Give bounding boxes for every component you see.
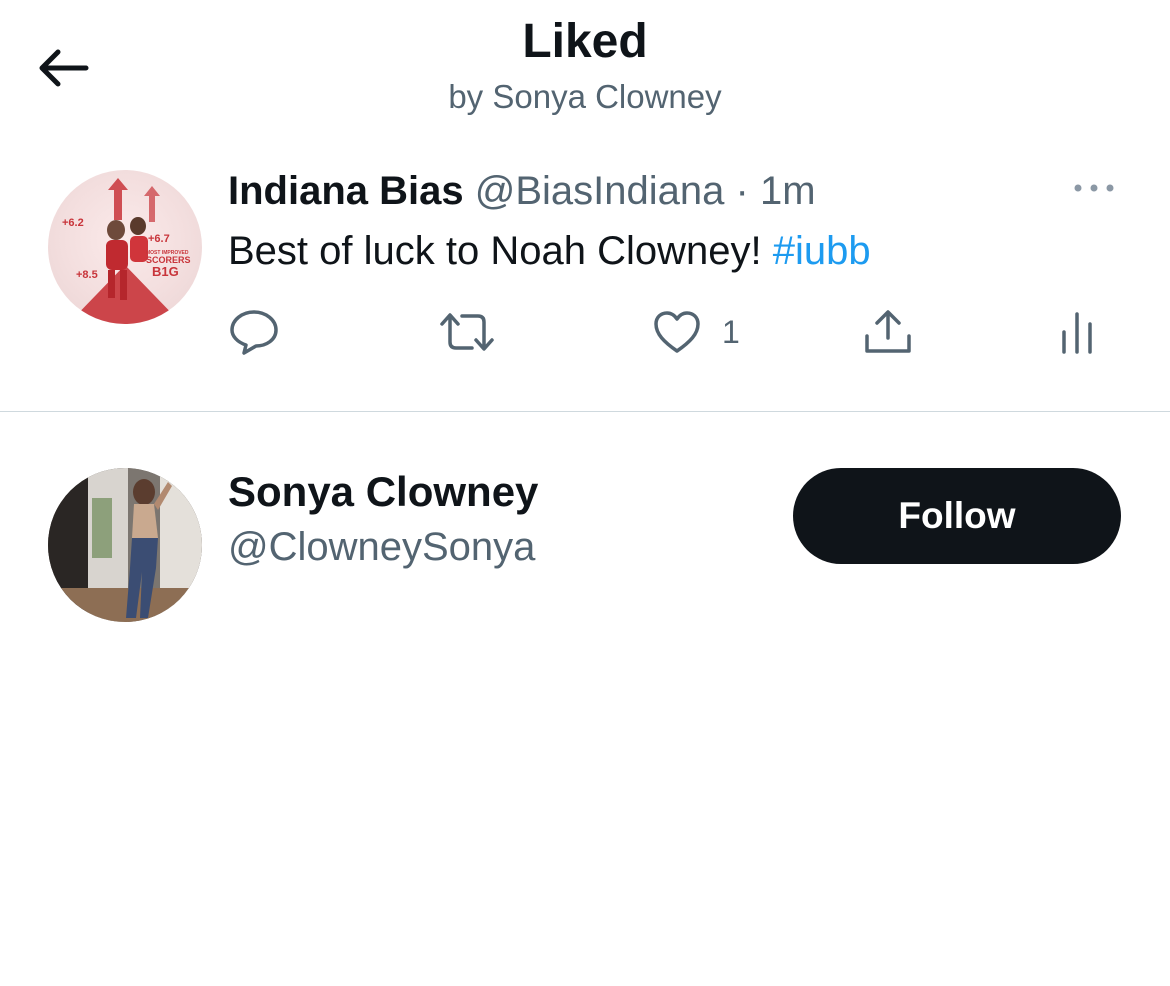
tweet-author-handle[interactable]: @BiasIndiana xyxy=(475,169,725,213)
like-button[interactable]: 1 xyxy=(652,302,740,362)
tweet-header: Indiana Bias @BiasIndiana · 1m xyxy=(228,168,816,214)
reply-button[interactable] xyxy=(228,302,280,362)
tweet-separator: · xyxy=(735,169,749,213)
page-subtitle: by Sonya Clowney xyxy=(448,78,722,115)
tweet-timestamp: 1m xyxy=(759,169,816,213)
user-handle[interactable]: @ClowneySonya xyxy=(228,524,535,570)
user-display-name[interactable]: Sonya Clowney xyxy=(228,468,538,516)
analytics-button[interactable] xyxy=(1058,302,1098,362)
reply-icon xyxy=(230,310,278,355)
follow-button[interactable]: Follow xyxy=(793,468,1121,564)
section-divider xyxy=(0,411,1170,412)
tweet-author-name[interactable]: Indiana Bias xyxy=(228,169,464,213)
page-title: Liked xyxy=(522,15,648,68)
more-icon xyxy=(1074,184,1114,192)
retweet-icon xyxy=(440,313,494,351)
top-bar: Liked by Sonya Clowney xyxy=(0,0,1170,140)
avatar-text-1: +6.2 xyxy=(62,217,84,229)
tweet-author-avatar[interactable]: +6.2 +6.7 +8.5 MOST IMPROVED SCORERS B1G xyxy=(48,170,202,324)
tweet-text: Best of luck to Noah Clowney! #iubb xyxy=(228,228,871,274)
tweet-actions: 1 xyxy=(0,302,1170,362)
avatar-text-2: +6.7 xyxy=(148,233,170,245)
hashtag-link[interactable]: #iubb xyxy=(773,229,871,273)
tweet-body-text: Best of luck to Noah Clowney! xyxy=(228,229,773,273)
user-avatar[interactable] xyxy=(48,468,202,622)
avatar-image xyxy=(48,468,202,622)
like-count: 1 xyxy=(722,313,740,350)
analytics-icon xyxy=(1062,312,1092,354)
retweet-button[interactable] xyxy=(438,302,496,362)
share-button[interactable] xyxy=(862,302,914,362)
share-icon xyxy=(865,310,911,353)
heart-icon xyxy=(654,311,700,353)
user-list-item[interactable]: Sonya Clowney @ClowneySonya Follow xyxy=(0,440,1170,640)
avatar-text-3: +8.5 xyxy=(76,269,98,281)
avatar-image: +6.2 +6.7 +8.5 MOST IMPROVED SCORERS B1G xyxy=(62,178,191,324)
more-options-button[interactable] xyxy=(1068,176,1120,200)
tweet-item[interactable]: +6.2 +6.7 +8.5 MOST IMPROVED SCORERS B1G… xyxy=(0,150,1170,412)
avatar-text-6: B1G xyxy=(152,264,179,279)
